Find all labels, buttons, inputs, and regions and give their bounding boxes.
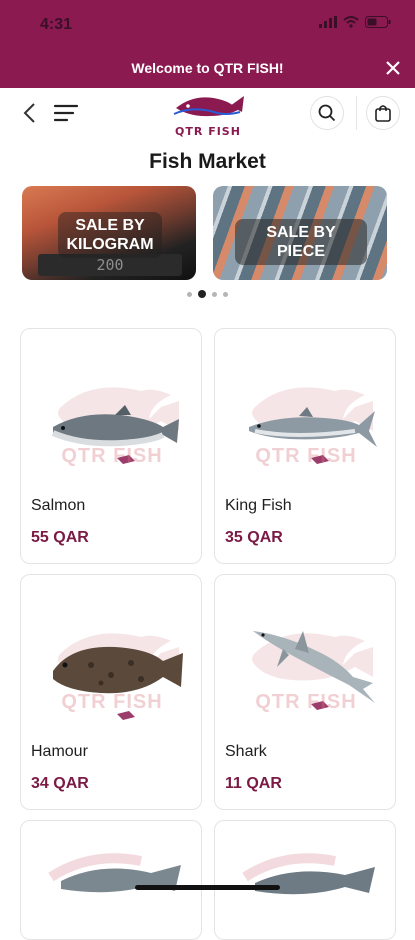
product-price: 34 QAR [31, 775, 89, 792]
logo-text: QTR FISH [175, 125, 241, 138]
product-card-salmon[interactable]: QTR FISH Salmon 55 QAR [20, 328, 202, 564]
product-image: QTR FISH [225, 349, 387, 499]
shopping-bag-icon [375, 105, 391, 122]
wifi-icon [343, 16, 359, 28]
search-icon [318, 104, 336, 122]
close-icon [386, 61, 400, 75]
watermark-text: QTR FISH [61, 445, 163, 467]
product-card-partial[interactable] [20, 820, 202, 940]
carousel-dot[interactable] [187, 291, 192, 297]
carousel-indicator [0, 288, 415, 300]
chevron-left-icon [23, 103, 35, 123]
banner-label-kilogram: SALE BY KILOGRAM [58, 212, 162, 258]
product-price: 35 QAR [225, 529, 283, 546]
product-name: Shark [225, 743, 267, 760]
signal-icon [319, 16, 337, 28]
search-button[interactable] [310, 96, 344, 130]
category-banners: 200 SALE BY KILOGRAM SALE BY PIECE [0, 186, 415, 286]
shark-fish-image [252, 631, 375, 710]
qtr-fish-logo[interactable]: QTR FISH [170, 90, 246, 138]
product-name: King Fish [225, 497, 292, 514]
top-navigation: QTR FISH [0, 88, 415, 138]
status-time: 4:31 [40, 16, 73, 33]
product-price: 55 QAR [31, 529, 89, 546]
carousel-dot[interactable] [198, 290, 206, 298]
status-bar: 4:31 [0, 0, 415, 48]
watermark-text: QTR FISH [61, 691, 163, 713]
product-card-king-fish[interactable]: QTR FISH King Fish 35 QAR [214, 328, 396, 564]
back-button[interactable] [18, 98, 42, 128]
cart-button[interactable] [366, 96, 400, 130]
battery-icon [365, 16, 391, 28]
hamburger-menu-icon [53, 104, 79, 122]
carousel-dot[interactable] [223, 291, 228, 297]
home-indicator [135, 885, 280, 890]
king-fish-image [249, 387, 377, 464]
status-icons [319, 16, 391, 28]
page-title: Fish Market [149, 150, 266, 173]
close-announcement-button[interactable] [381, 56, 405, 80]
product-image: QTR FISH [31, 349, 193, 499]
fish-logo-icon [173, 96, 244, 117]
scale-reading: 200 [96, 256, 124, 274]
product-price: 11 QAR [225, 775, 282, 792]
hamour-fish-image [53, 633, 183, 720]
product-card-partial[interactable] [214, 820, 396, 940]
announcement-text: Welcome to QTR FISH! [131, 60, 284, 76]
product-card-hamour[interactable]: QTR FISH Hamour 34 QAR [20, 574, 202, 810]
watermark-text: QTR FISH [255, 691, 357, 713]
sale-by-piece-banner[interactable]: SALE BY PIECE [213, 186, 387, 280]
menu-button[interactable] [52, 100, 80, 126]
announcement-bar: Welcome to QTR FISH! [0, 48, 415, 88]
salmon-fish-image [51, 387, 179, 464]
sale-by-kilogram-banner[interactable]: 200 SALE BY KILOGRAM [22, 186, 196, 280]
watermark-text: QTR FISH [255, 445, 357, 467]
banner-label-piece: SALE BY PIECE [235, 219, 367, 265]
product-name: Salmon [31, 497, 86, 514]
product-name: Hamour [31, 743, 88, 760]
nav-divider [356, 96, 357, 130]
carousel-dot[interactable] [212, 291, 217, 297]
product-image: QTR FISH [225, 595, 387, 745]
product-image: QTR FISH [31, 595, 193, 745]
product-card-shark[interactable]: QTR FISH Shark 11 QAR [214, 574, 396, 810]
